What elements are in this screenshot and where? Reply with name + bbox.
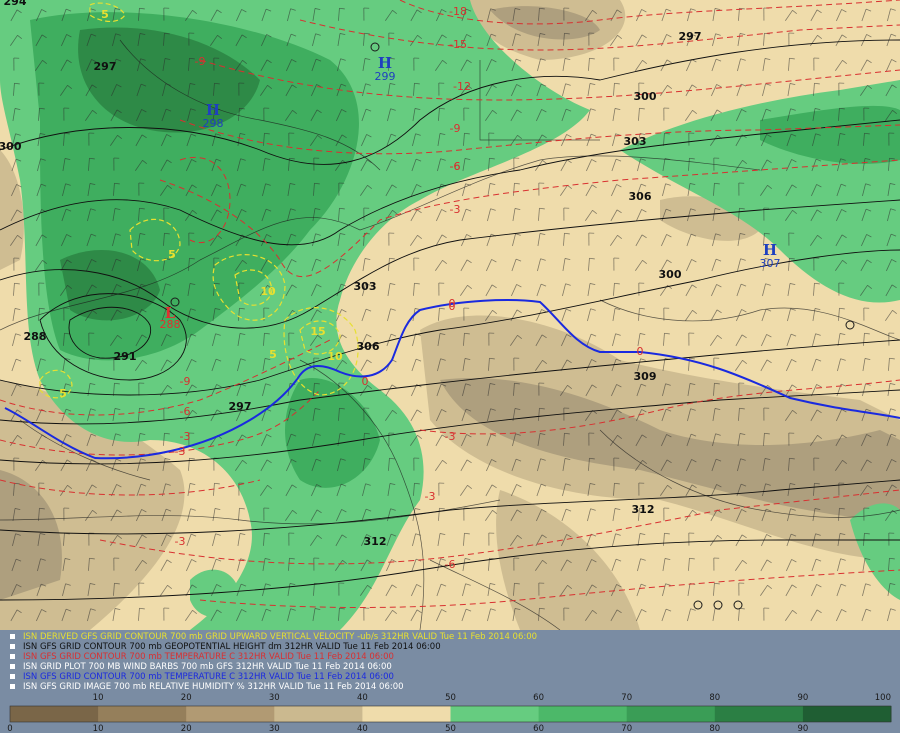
omega-label: 10 [327,350,343,363]
colorbar-top-tick: 80 [709,693,720,703]
colorbar-bin [626,706,716,722]
omega-label: 10 [260,285,276,298]
colorbar-top-tick: 100 [875,693,891,703]
temperature-label: -3 [445,430,456,443]
temperature-label: -15 [449,38,467,51]
temperature-label: -3 [180,430,191,443]
colorbar-top-tick: 60 [533,693,544,703]
height-label: 297 [94,60,117,73]
colorbar-bin [450,706,540,722]
height-label: 288 [24,330,47,343]
temperature-label: -3 [175,445,186,458]
height-label: 297 [679,30,702,43]
height-label: 300 [659,268,682,281]
height-label: 309 [634,370,657,383]
colorbar-bottom-tick: 60 [533,724,544,733]
omega-label: 15 [310,325,325,338]
colorbar-bottom-tick: 80 [709,724,720,733]
weather-map: 294 297 297 300 300 303 306 300 303 306 309 312 312 2… [0,0,900,630]
colorbar-top-tick: 90 [797,693,808,703]
temperature-label: -6 [450,160,461,173]
height-label: 300 [634,90,657,103]
colorbar-bottom-tick: 20 [181,724,192,733]
height-label: 312 [364,535,387,548]
low-pressure-value: 288 [160,318,181,331]
high-pressure-value: 307 [760,257,781,270]
omega-label: 5 [269,348,277,361]
height-label: 312 [632,503,655,516]
temperature-label: -9 [195,55,206,68]
colorbar-bin [538,706,628,722]
temperature-label: -3 [450,203,461,216]
colorbar-bin [274,706,363,722]
temperature-label: -9 [450,122,461,135]
omega-label: 5 [59,387,67,400]
humidity-colorbar: 10 20 30 40 50 60 70 80 90 100 0 10 20 30 40 50 60 70 80 90 [7,693,892,733]
colorbar-top-tick: 30 [269,693,280,703]
height-label: 303 [624,135,647,148]
temperature-label: -3 [175,535,186,548]
height-label: 300 [0,140,22,153]
height-label: 297 [229,400,252,413]
temperature-label: -12 [453,80,471,93]
colorbar-top-tick: 40 [357,693,368,703]
map-legend: ISN DERIVED GFS GRID CONTOUR 700 mb GRID… [0,630,900,733]
temperature-label: 0 [362,375,369,388]
colorbar-top-tick: 50 [445,693,456,703]
colorbar-top-tick: 70 [621,693,632,703]
colorbar-bin [802,706,892,722]
colorbar-bottom-tick: 30 [269,724,280,733]
colorbar-bin [362,706,451,722]
colorbar-bottom-tick: 50 [445,724,456,733]
temperature-label: -6 [180,405,191,418]
temperature-label: -18 [449,5,467,18]
map-canvas: 294 297 297 300 300 303 306 300 303 306 309 312 312 2… [0,0,900,630]
colorbar-bin [98,706,187,722]
height-label: 294 [4,0,27,8]
height-label: 306 [629,190,652,203]
height-label: 291 [114,350,137,363]
colorbar-bottom-tick: 40 [357,724,368,733]
colorbar-top-tick: 10 [93,693,104,703]
temperature-label: -6 [445,558,456,571]
colorbar-bottom-tick: 0 [7,724,12,733]
colorbar-bottom-tick: 70 [621,724,632,733]
colorbar-bin [186,706,275,722]
high-pressure-value: 298 [203,117,224,130]
colorbar-bottom-tick: 90 [797,724,808,733]
colorbar-bottom-tick: 10 [93,724,104,733]
omega-label: 5 [101,8,109,21]
height-label: 303 [354,280,377,293]
colorbar-bin [714,706,804,722]
temperature-label: 0 [449,300,456,313]
colorbar-bin [10,706,99,722]
colorbar-top-tick: 20 [181,693,192,703]
omega-label: 5 [168,248,176,261]
relative-humidity-fill [0,0,900,630]
height-label: 306 [357,340,380,353]
high-pressure-value: 299 [375,70,396,83]
temperature-label: -9 [180,375,191,388]
temperature-label: -3 [425,490,436,503]
temperature-label: 0 [637,345,644,358]
